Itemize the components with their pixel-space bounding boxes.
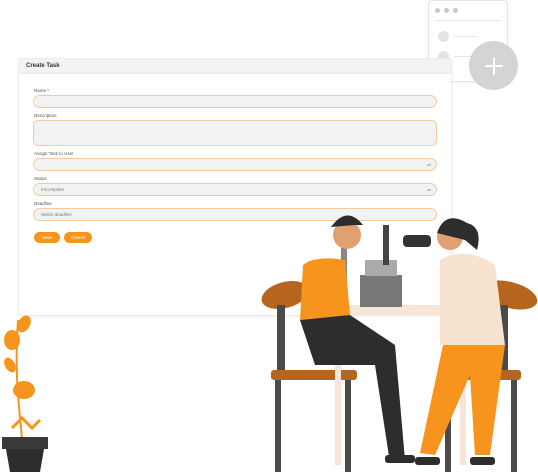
description-textarea[interactable]	[33, 120, 437, 146]
plus-icon	[484, 56, 503, 75]
deadline-placeholder: Select deadline	[41, 212, 72, 217]
plant-illustration	[2, 315, 48, 472]
assign-user-label: Assign Task to User	[34, 151, 74, 156]
add-button[interactable]	[469, 41, 518, 90]
card-title: Create Task	[19, 59, 451, 74]
save-button[interactable]: Save	[34, 232, 60, 243]
status-label: Status	[34, 176, 47, 181]
deadline-label: Deadline	[34, 201, 52, 206]
chevron-icon: ▴▾	[426, 187, 431, 192]
assign-user-select[interactable]: ▴▾	[33, 158, 437, 171]
description-label: Description	[34, 113, 57, 118]
status-select[interactable]: InComplete ▴▾	[33, 183, 437, 196]
eye-exam-illustration	[261, 215, 538, 472]
name-input[interactable]	[33, 95, 437, 108]
window-dots	[435, 8, 458, 13]
cancel-button[interactable]: Cancel	[64, 232, 92, 243]
status-value: InComplete	[41, 187, 65, 192]
chevron-icon: ▴▾	[426, 162, 431, 167]
name-label: Name *	[34, 88, 50, 93]
